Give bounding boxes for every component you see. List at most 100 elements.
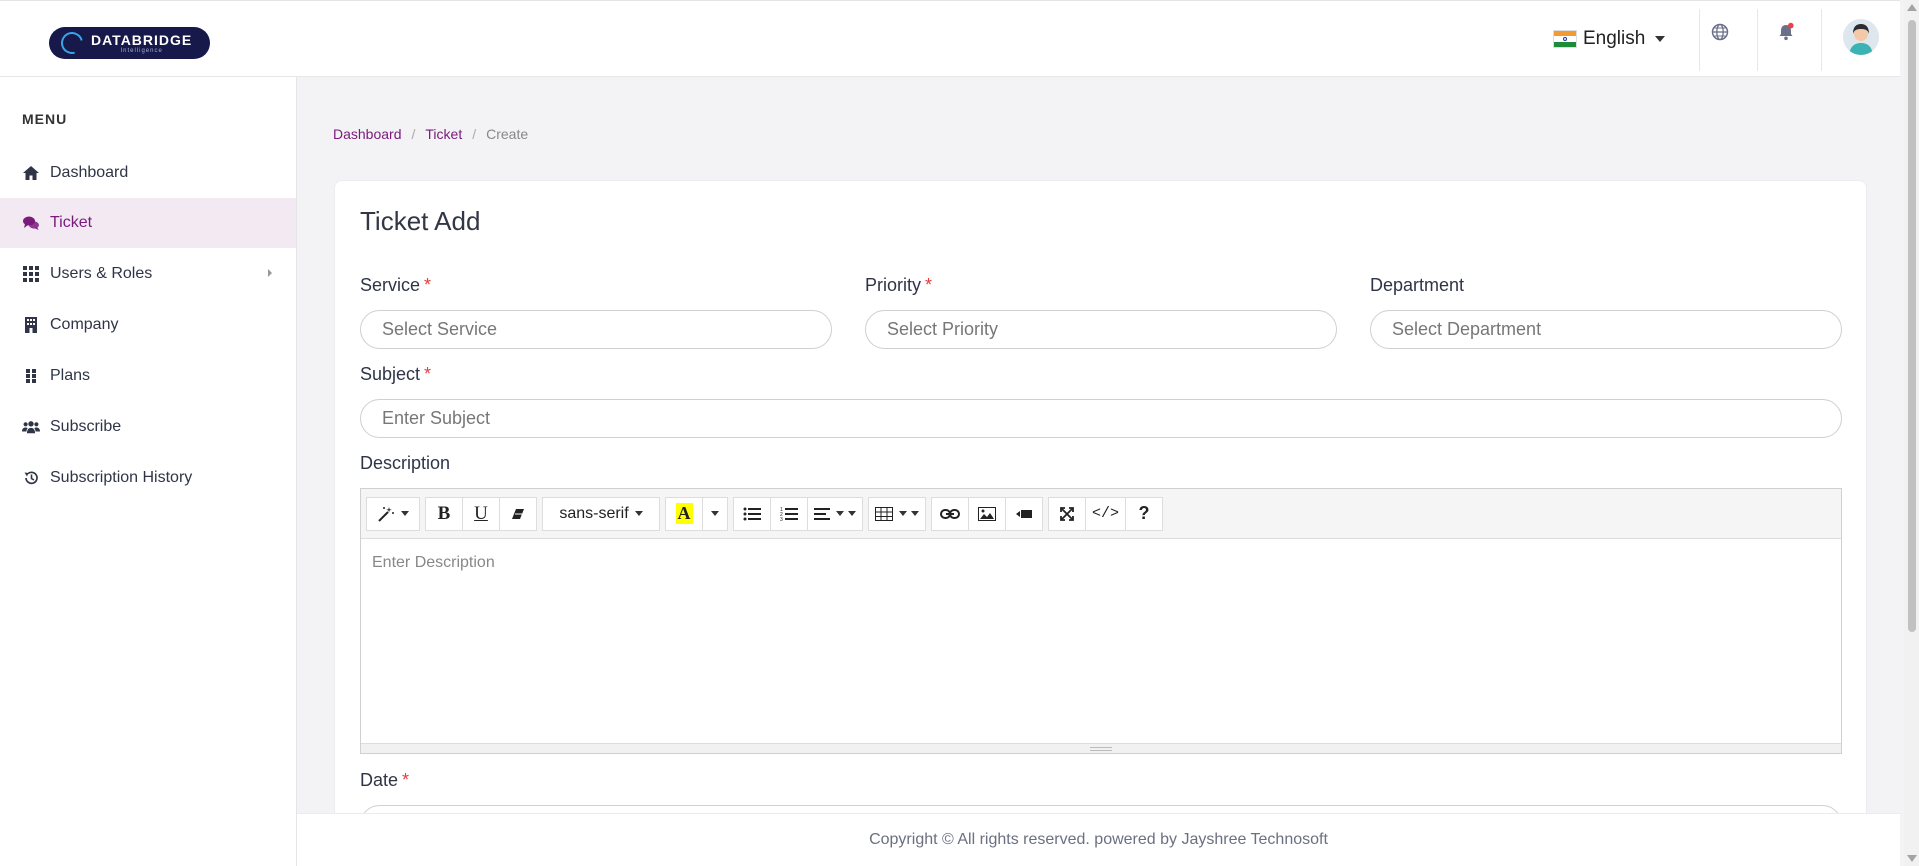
divider [1821,9,1822,71]
department-select[interactable]: Select Department [1370,310,1842,349]
ticket-form-card: Ticket Add Service * Select Service Prior… [334,180,1867,820]
required-marker: * [402,770,410,790]
building-icon [22,316,40,334]
editor-resize-handle[interactable] [361,743,1841,753]
code-view-button[interactable]: </> [1085,496,1127,531]
subject-label: Subject * [360,364,431,385]
required-marker: * [424,275,432,295]
paragraph-align-button[interactable] [807,496,863,531]
globe-icon[interactable] [1709,21,1731,43]
subject-input[interactable]: Enter Subject [360,399,1842,438]
department-label-text: Department [1370,275,1465,295]
description-placeholder: Enter Description [372,554,495,571]
numbered-list-icon: 123 [780,507,798,521]
priority-label: Priority * [865,275,932,296]
clear-format-button[interactable] [499,496,537,531]
footer: Copyright © All rights reserved. powered… [297,813,1900,866]
fullscreen-button[interactable] [1048,496,1086,531]
link-icon [940,508,960,519]
breadcrumb-separator: / [411,126,416,142]
service-placeholder: Select Service [382,319,498,339]
description-textarea[interactable]: Enter Description [361,539,1841,744]
service-select[interactable]: Select Service [360,310,832,349]
help-button[interactable]: ? [1125,496,1164,531]
top-bar: DATABRIDGE Intelligence English [0,0,1900,77]
text-color-button[interactable]: A [665,496,703,531]
description-label-text: Description [360,453,451,473]
priority-select[interactable]: Select Priority [865,310,1337,349]
sidebar: MENU Dashboard Ticket Users & Roles Comp… [0,77,297,866]
page-scrollbar[interactable] [1904,0,1919,866]
video-icon [1016,509,1032,518]
code-icon: </> [1092,505,1120,522]
link-button[interactable] [931,496,969,531]
date-label: Date * [360,770,409,791]
table-icon [875,506,893,521]
font-family-value: sans-serif [559,504,629,522]
sidebar-item-subscribe[interactable]: Subscribe [0,402,296,452]
users-icon [22,418,40,436]
breadcrumb-ticket[interactable]: Ticket [425,126,462,142]
description-label: Description [360,453,450,474]
highlight-icon: A [675,503,693,524]
sidebar-item-plans[interactable]: Plans [0,351,296,401]
date-label-text: Date [360,770,399,790]
dots-grid-icon [22,367,40,385]
breadcrumb-dashboard[interactable]: Dashboard [333,126,402,142]
department-label: Department [1370,275,1464,296]
breadcrumb-separator: / [472,126,477,142]
india-flag-icon [1553,30,1577,48]
chevron-down-icon [1655,36,1666,42]
brand-title: DATABRIDGE [91,31,193,48]
department-placeholder: Select Department [1392,319,1542,339]
numbered-list-button[interactable]: 123 [770,496,808,531]
priority-label-text: Priority [865,275,922,295]
bold-icon: B [437,502,451,524]
help-icon: ? [1138,503,1150,523]
font-family-select[interactable]: sans-serif [542,496,660,531]
expand-icon [1060,506,1074,521]
service-label-text: Service [360,275,421,295]
page-title: Ticket Add [360,206,481,236]
bullet-list-icon [743,507,761,520]
grid-icon [22,265,40,283]
user-avatar[interactable] [1843,19,1879,55]
table-button[interactable] [868,496,926,531]
grip-icon [1090,746,1112,751]
divider [1757,9,1758,71]
description-editor: B U sans-serif A 123 </> ? Enter Descrip… [360,488,1842,754]
sidebar-item-dashboard[interactable]: Dashboard [0,148,296,198]
svg-text:3: 3 [780,517,783,521]
logo-mark-icon [56,27,88,59]
priority-placeholder: Select Priority [887,319,999,339]
bold-button[interactable]: B [425,496,463,531]
sidebar-item-label: Subscribe [50,418,122,435]
scroll-up-icon[interactable] [1907,4,1917,11]
subject-label-text: Subject [360,364,421,384]
image-button[interactable] [968,496,1006,531]
brand-logo[interactable]: DATABRIDGE Intelligence [49,27,210,59]
sidebar-item-label: Ticket [50,214,93,231]
sidebar-item-users-roles[interactable]: Users & Roles [0,249,296,299]
magic-style-button[interactable] [366,496,420,531]
bullet-list-button[interactable] [733,496,771,531]
sidebar-item-company[interactable]: Company [0,300,296,350]
copyright-text: Copyright © All rights reserved. powered… [869,831,1328,848]
scroll-down-icon[interactable] [1907,855,1917,862]
sidebar-item-subscription-history[interactable]: Subscription History [0,453,296,503]
comments-icon [22,214,40,232]
bell-icon[interactable] [1775,21,1797,43]
sidebar-item-label: Plans [50,367,91,384]
divider [1699,9,1700,71]
underline-button[interactable]: U [462,496,500,531]
history-icon [22,469,40,487]
language-selector[interactable]: English [1553,25,1666,53]
sidebar-item-ticket[interactable]: Ticket [0,198,296,248]
required-marker: * [424,364,432,384]
menu-title: MENU [22,111,68,127]
video-button[interactable] [1005,496,1043,531]
scroll-thumb[interactable] [1908,20,1916,632]
chevron-right-icon [268,269,272,277]
text-color-dropdown[interactable] [702,496,728,531]
subject-placeholder: Enter Subject [382,408,491,428]
